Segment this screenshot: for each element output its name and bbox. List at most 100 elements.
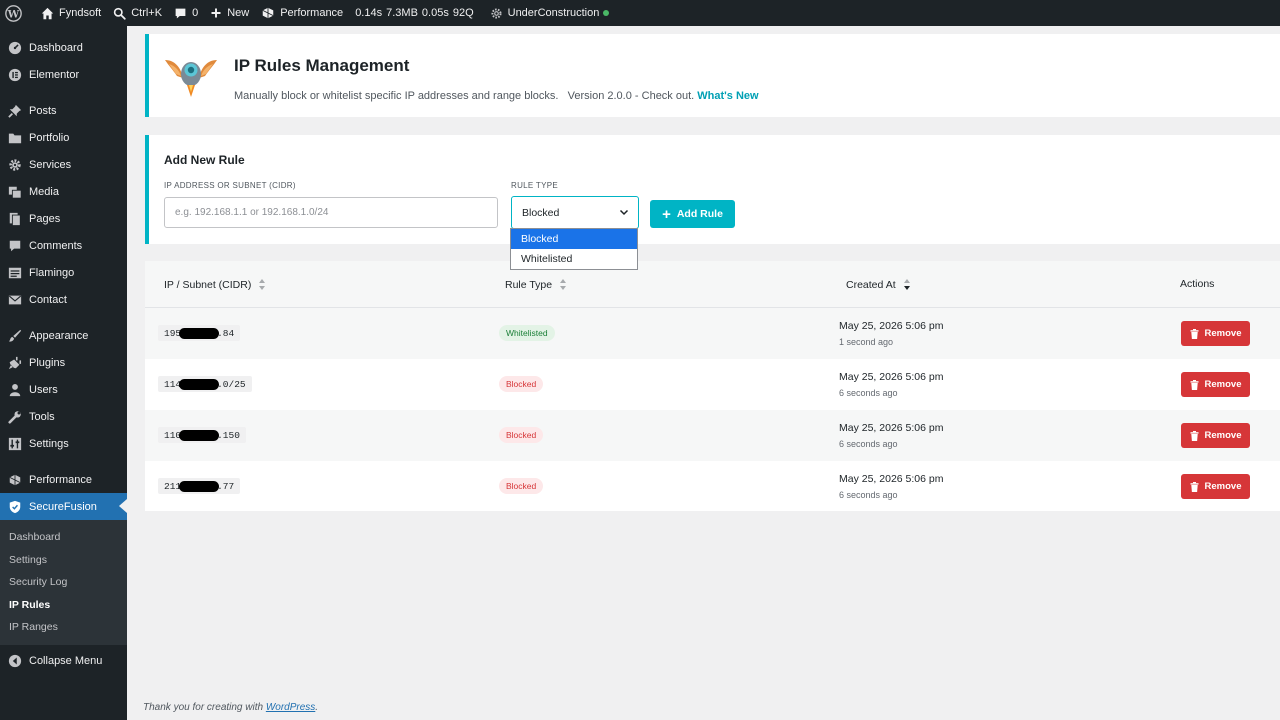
sidebar-item-label: Dashboard xyxy=(29,41,83,54)
sidebar-item-comments[interactable]: Comments xyxy=(0,232,127,259)
ip-field-label: IP ADDRESS OR SUBNET (CIDR) xyxy=(164,181,296,190)
ip-value: 211.77 xyxy=(158,478,241,494)
submenu-item-dashboard[interactable]: Dashboard xyxy=(0,526,127,549)
table-header: IP / Subnet (CIDR) Rule Type Created At … xyxy=(145,261,1280,308)
remove-button[interactable]: Remove xyxy=(1181,321,1250,346)
whats-new-link[interactable]: What's New xyxy=(697,90,758,102)
securefusion-logo-icon xyxy=(163,50,219,100)
rule-type-badge: Whitelisted xyxy=(499,325,555,341)
submenu-item-ip-rules[interactable]: IP Rules xyxy=(0,594,127,617)
collapse-menu-label: Collapse Menu xyxy=(29,655,103,667)
sidebar-item-label: Contact xyxy=(29,293,67,306)
folder-icon xyxy=(7,130,22,145)
add-rule-button[interactable]: + Add Rule xyxy=(650,200,735,228)
submenu-item-ip-ranges[interactable]: IP Ranges xyxy=(0,616,127,639)
user-icon xyxy=(7,382,22,397)
admin-bar: W Fyndsoft Ctrl+K 0 New Performance 0.14… xyxy=(0,0,1280,26)
sidebar-item-tools[interactable]: Tools xyxy=(0,403,127,430)
search-shortcut: Ctrl+K xyxy=(131,7,163,19)
collapse-arrow-icon xyxy=(7,654,22,669)
sidebar-item-plugins[interactable]: Plugins xyxy=(0,349,127,376)
sidebar-item-label: Performance xyxy=(29,473,92,486)
rule-type-badge: Blocked xyxy=(499,478,544,494)
sidebar-item-elementor[interactable]: Elementor xyxy=(0,61,127,88)
submenu-item-security-log[interactable]: Security Log xyxy=(0,571,127,594)
performance-menu[interactable]: Performance xyxy=(255,0,349,26)
wordpress-link[interactable]: WordPress xyxy=(266,702,315,713)
created-date: May 25, 2026 5:06 pm xyxy=(839,473,944,485)
remove-button[interactable]: Remove xyxy=(1181,474,1250,499)
sidebar-item-portfolio[interactable]: Portfolio xyxy=(0,124,127,151)
performance-icon xyxy=(7,472,22,487)
ip-end: .77 xyxy=(217,480,235,492)
home-icon xyxy=(41,7,54,19)
sidebar-item-label: Appearance xyxy=(29,329,89,342)
shield-icon xyxy=(7,499,22,514)
comments-count: 0 xyxy=(192,7,199,19)
column-label: Actions xyxy=(1180,278,1215,290)
column-rule-type[interactable]: Rule Type xyxy=(505,278,567,291)
sidebar-item-settings[interactable]: Settings xyxy=(0,430,127,457)
column-actions: Actions xyxy=(1180,278,1214,290)
admin-sidebar: Dashboard Elementor Posts Portfolio Serv… xyxy=(0,26,127,720)
created-ago: 6 seconds ago xyxy=(839,439,898,449)
ip-value: 114.0/25 xyxy=(158,376,252,392)
remove-button[interactable]: Remove xyxy=(1181,423,1250,448)
command-search-button[interactable]: Ctrl+K xyxy=(107,0,168,26)
new-content-button[interactable]: New xyxy=(204,0,255,26)
ip-value: 110.150 xyxy=(158,427,246,443)
rule-type-option-whitelisted[interactable]: Whitelisted xyxy=(511,249,637,269)
remove-label: Remove xyxy=(1204,481,1242,492)
rule-type-selected: Blocked xyxy=(522,206,560,219)
rule-type-label: RULE TYPE xyxy=(511,181,559,190)
sidebar-item-posts[interactable]: Posts xyxy=(0,97,127,124)
sidebar-item-label: Portfolio xyxy=(29,131,70,144)
sidebar-item-media[interactable]: Media xyxy=(0,178,127,205)
table-row: 114.0/25 Blocked May 25, 2026 5:06 pm 6 … xyxy=(145,359,1280,410)
column-label: Rule Type xyxy=(505,278,553,291)
add-rule-card: Add New Rule IP ADDRESS OR SUBNET (CIDR)… xyxy=(145,135,1280,244)
sidebar-item-contact[interactable]: Contact xyxy=(0,286,127,313)
rule-type-option-blocked[interactable]: Blocked xyxy=(511,229,637,249)
sidebar-item-performance[interactable]: Performance xyxy=(0,466,127,493)
trash-icon xyxy=(1190,379,1199,390)
remove-label: Remove xyxy=(1204,430,1242,441)
sidebar-item-dashboard[interactable]: Dashboard xyxy=(0,34,127,61)
sidebar-item-appearance[interactable]: Appearance xyxy=(0,322,127,349)
table-row: 195.84 Whitelisted May 25, 2026 5:06 pm … xyxy=(145,308,1280,359)
redacted-mark xyxy=(179,378,220,390)
created-ago: 6 seconds ago xyxy=(839,388,898,398)
redacted-mark xyxy=(179,327,220,339)
column-created-at[interactable]: Created At xyxy=(846,278,911,291)
svg-text:W: W xyxy=(7,8,20,20)
performance-icon xyxy=(262,7,274,19)
sidebar-item-pages[interactable]: Pages xyxy=(0,205,127,232)
search-icon xyxy=(114,7,126,20)
stat-time: 0.14s xyxy=(355,7,383,19)
sidebar-item-securefusion[interactable]: SecureFusion xyxy=(0,493,127,520)
wordpress-logo-icon[interactable]: W xyxy=(0,0,35,26)
sidebar-item-users[interactable]: Users xyxy=(0,376,127,403)
ip-end: .84 xyxy=(217,327,235,339)
query-stats[interactable]: 0.14s 7.3MB 0.05s 92Q xyxy=(349,0,483,26)
remove-button[interactable]: Remove xyxy=(1181,372,1250,397)
chevron-down-icon xyxy=(619,209,629,216)
site-name-link[interactable]: Fyndsoft xyxy=(35,0,107,26)
add-rule-title: Add New Rule xyxy=(164,153,245,167)
stat-query-count: 92Q xyxy=(452,7,474,19)
comments-link[interactable]: 0 xyxy=(168,0,204,26)
maintenance-mode-toggle[interactable]: UnderConstruction xyxy=(484,0,616,26)
sidebar-item-services[interactable]: Services xyxy=(0,151,127,178)
sidebar-item-label: Pages xyxy=(29,212,61,225)
plus-icon xyxy=(211,8,221,18)
ip-end: .150 xyxy=(217,429,240,441)
rule-type-select[interactable]: Blocked xyxy=(511,196,639,229)
maintenance-label: UnderConstruction xyxy=(507,7,600,19)
ip-address-input[interactable] xyxy=(164,197,498,228)
submenu-item-settings[interactable]: Settings xyxy=(0,549,127,572)
sidebar-item-label: Plugins xyxy=(29,356,66,369)
wrench-icon xyxy=(7,409,22,424)
collapse-menu-button[interactable]: Collapse Menu xyxy=(0,648,127,675)
sidebar-item-flamingo[interactable]: Flamingo xyxy=(0,259,127,286)
column-ip-subnet[interactable]: IP / Subnet (CIDR) xyxy=(164,278,266,291)
